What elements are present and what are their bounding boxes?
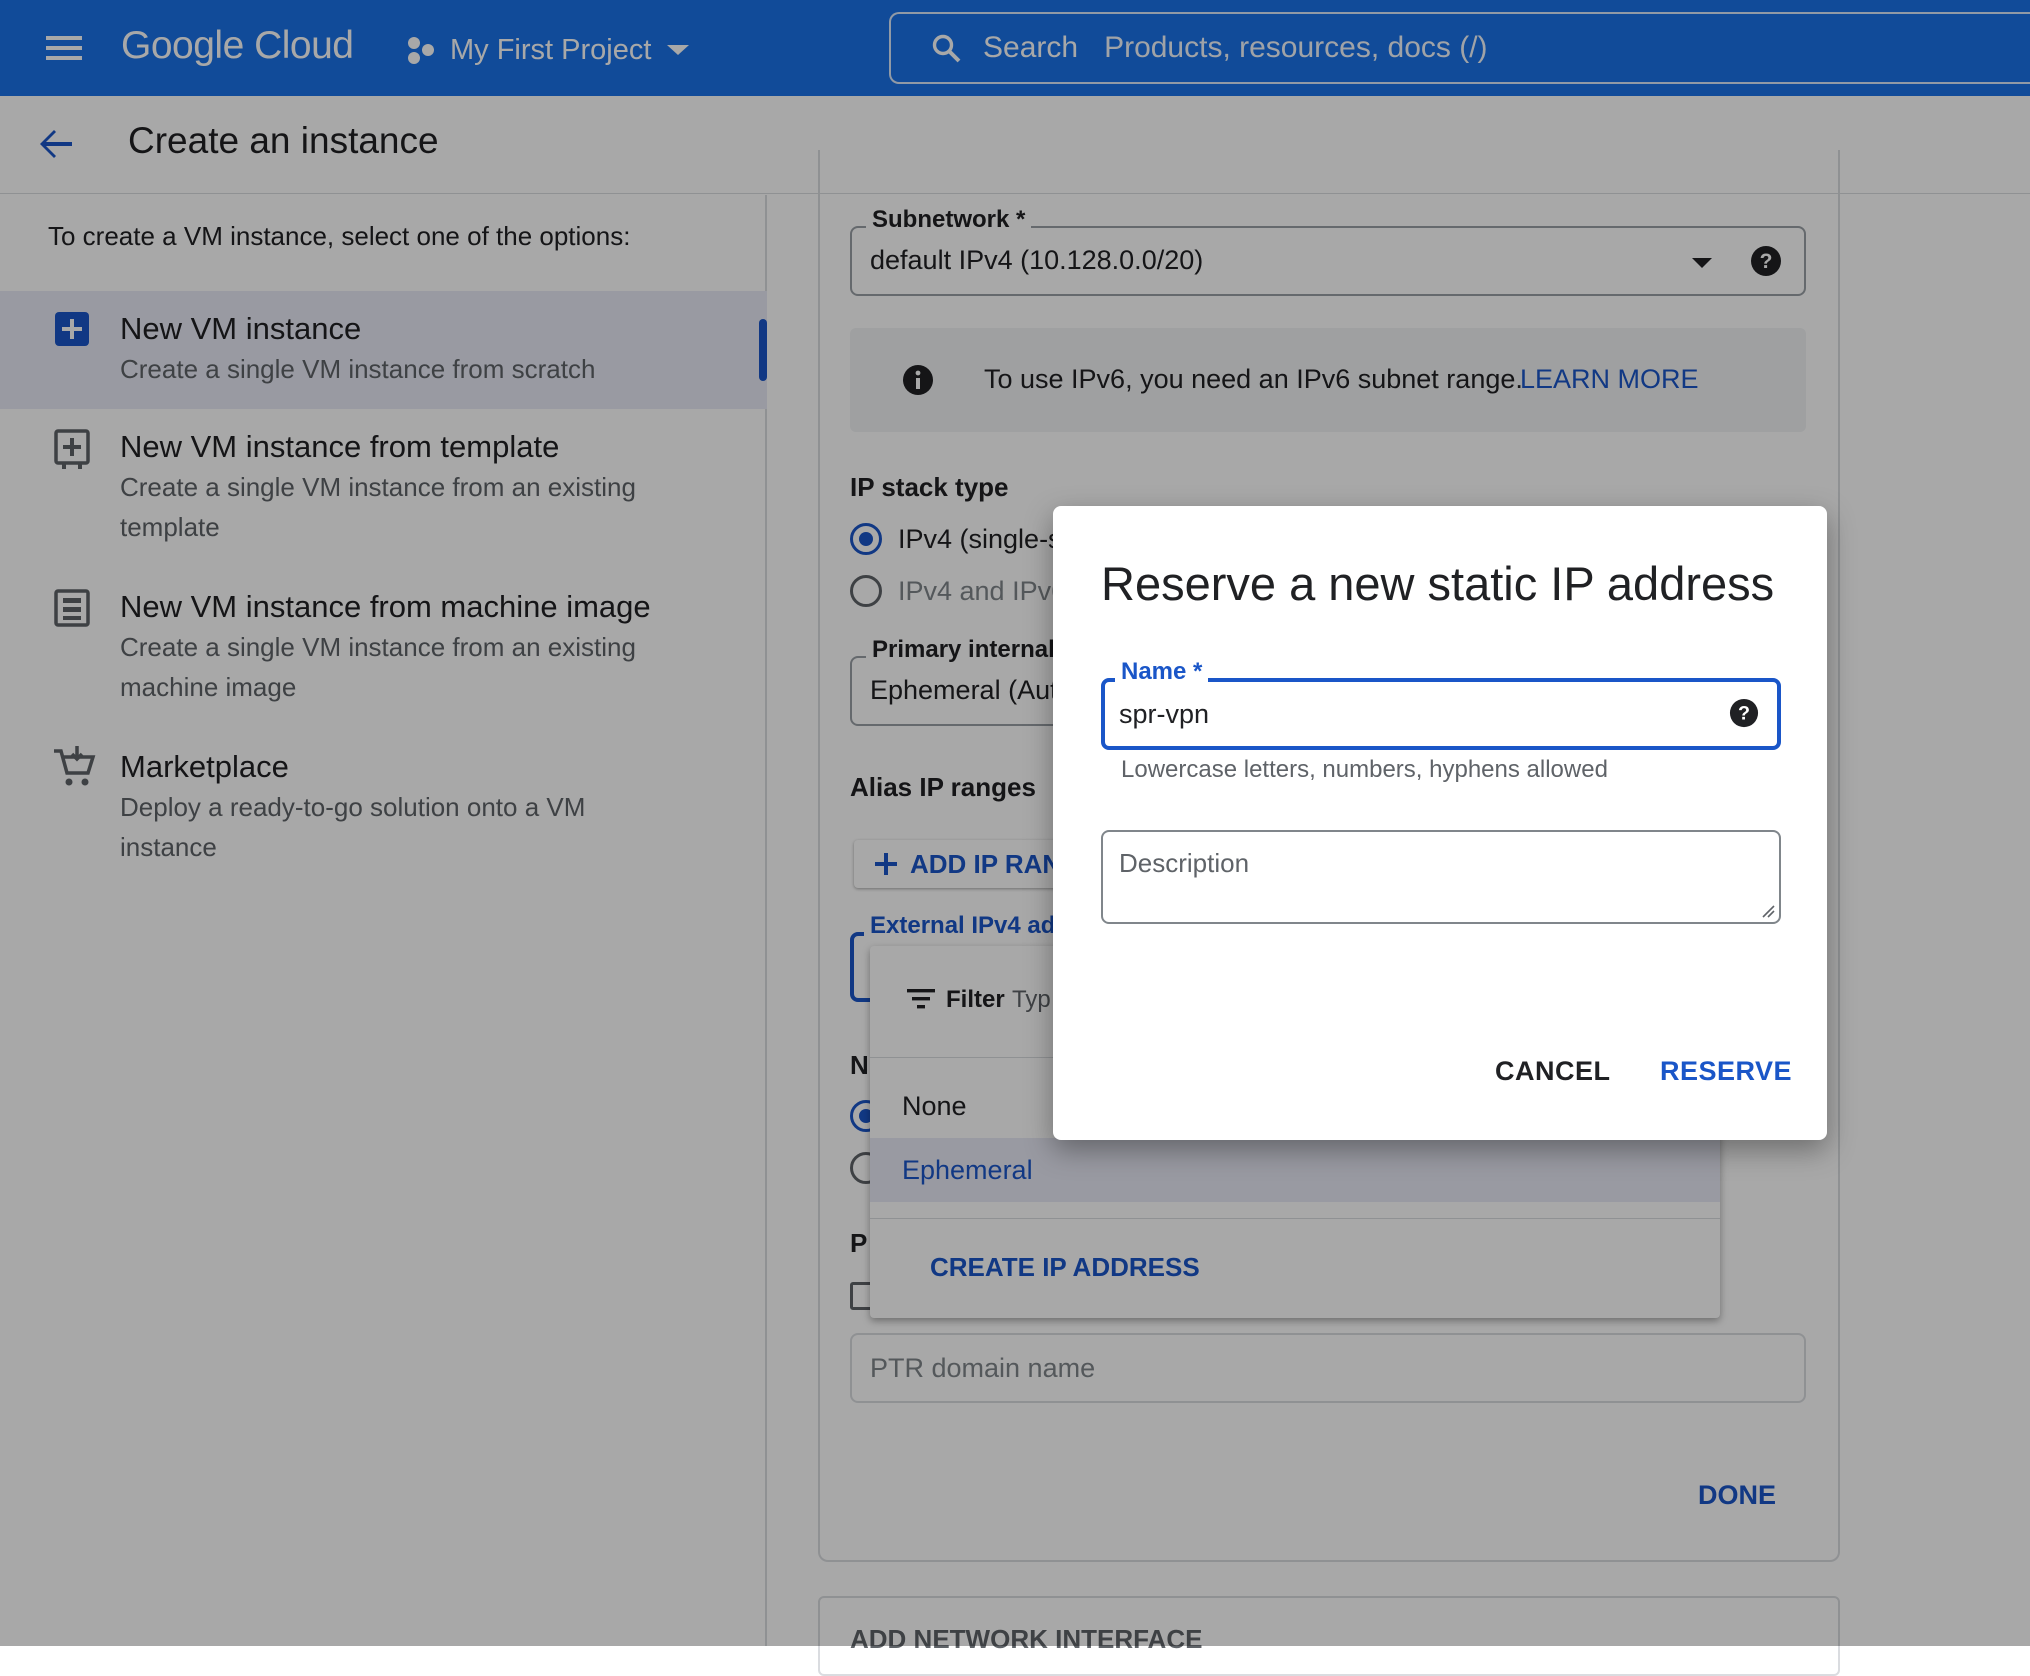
help-icon[interactable]: ?: [1729, 698, 1759, 728]
name-hint: Lowercase letters, numbers, hyphens allo…: [1121, 756, 1608, 783]
reserve-button[interactable]: RESERVE: [1650, 1050, 1802, 1093]
name-field[interactable]: Name * ?: [1101, 658, 1781, 750]
name-input[interactable]: [1119, 694, 1679, 734]
reserve-static-ip-dialog: Reserve a new static IP address Name * ?…: [1053, 506, 1827, 1140]
description-input[interactable]: [1119, 848, 1759, 908]
resize-grip-icon[interactable]: [1761, 904, 1775, 918]
dialog-title: Reserve a new static IP address: [1101, 557, 1775, 610]
name-label: Name *: [1115, 658, 1209, 686]
svg-text:?: ?: [1738, 703, 1750, 725]
cancel-button[interactable]: CANCEL: [1485, 1050, 1621, 1093]
description-field[interactable]: [1101, 830, 1781, 924]
